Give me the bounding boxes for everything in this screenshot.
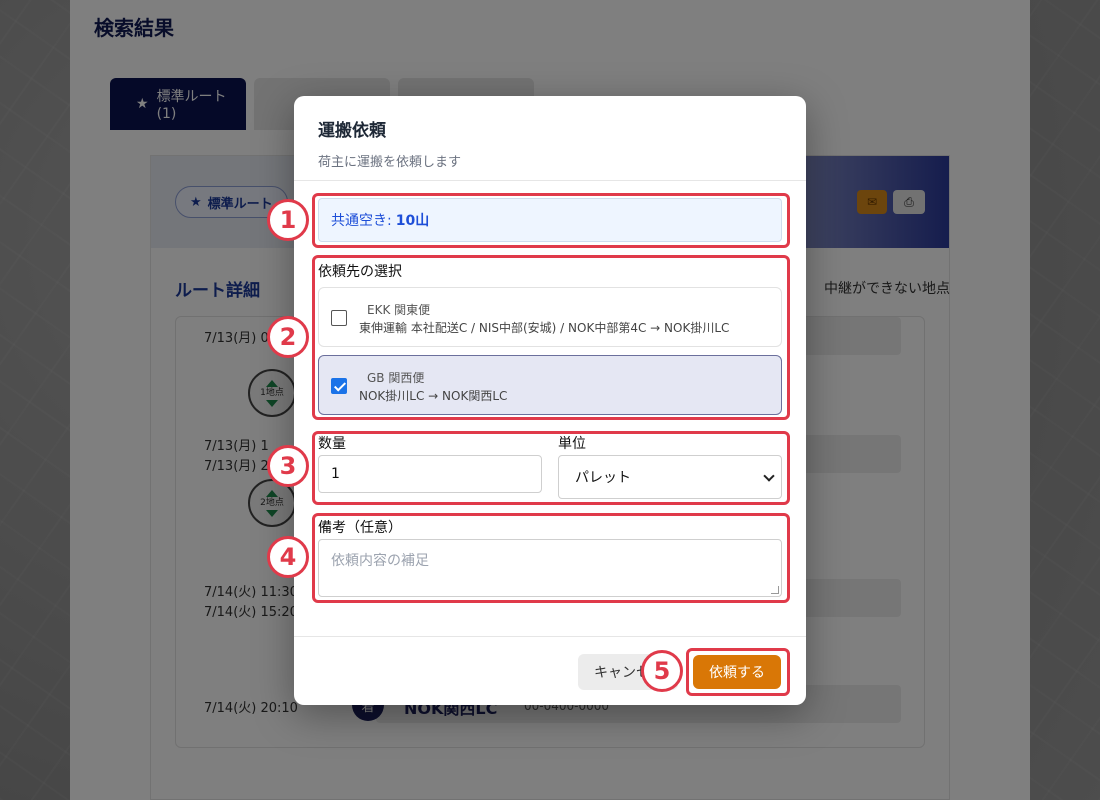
modal-subtitle: 荷主に運搬を依頼します bbox=[318, 155, 462, 170]
annotation-number-4: 4 bbox=[267, 536, 309, 578]
modal-title: 運搬依頼 bbox=[318, 121, 386, 141]
annotation-box-5 bbox=[686, 648, 790, 696]
annotation-number-2: 2 bbox=[267, 316, 309, 358]
annotation-box-4 bbox=[312, 513, 790, 603]
annotation-box-2 bbox=[312, 255, 790, 420]
modal-header: 運搬依頼 荷主に運搬を依頼します bbox=[294, 96, 806, 181]
annotation-number-5: 5 bbox=[641, 650, 683, 692]
annotation-number-3: 3 bbox=[267, 445, 309, 487]
annotation-number-1: 1 bbox=[267, 199, 309, 241]
annotation-box-3 bbox=[312, 431, 790, 505]
annotation-box-1 bbox=[312, 193, 790, 248]
